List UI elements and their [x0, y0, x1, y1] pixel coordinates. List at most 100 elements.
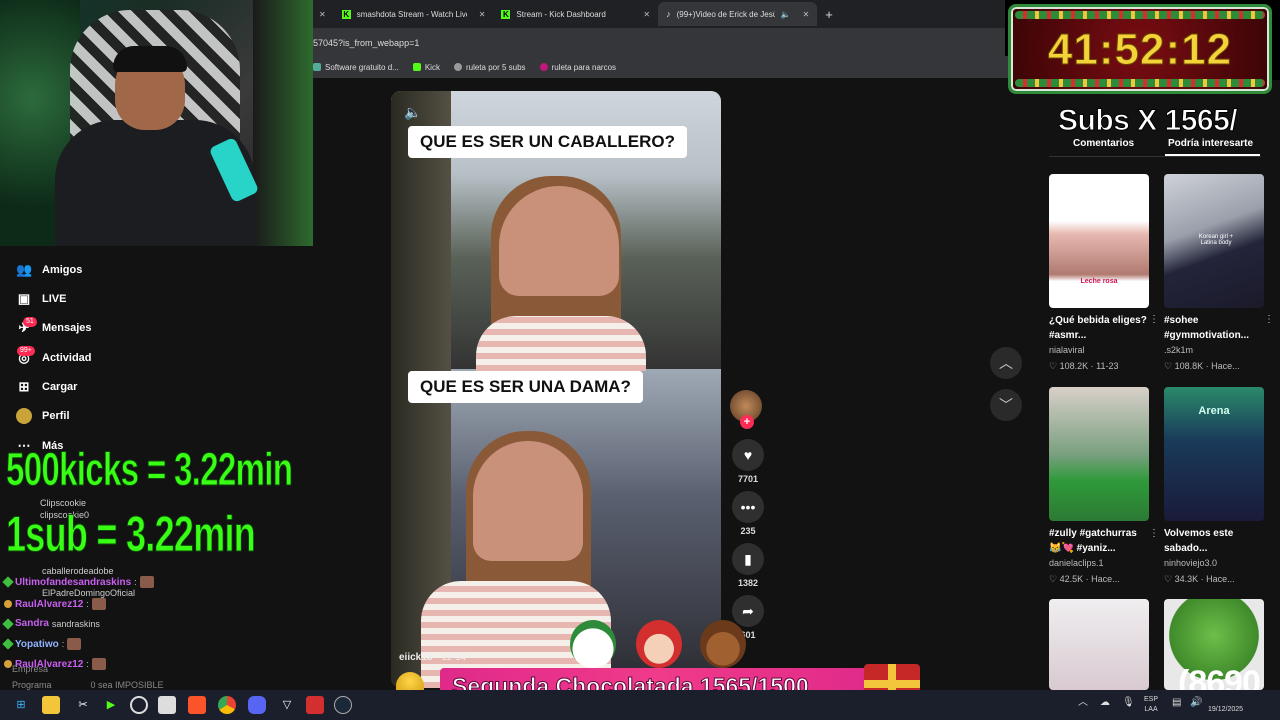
video-thumbnail[interactable] — [1049, 599, 1149, 690]
more-options-icon[interactable]: ⋮ — [1264, 314, 1274, 325]
volume-icon[interactable]: 🔈 — [404, 104, 421, 121]
emote-icon — [67, 638, 82, 650]
close-icon[interactable]: ✕ — [643, 10, 650, 19]
chat-line: caballerodeadobe — [42, 566, 114, 576]
obs-icon[interactable] — [130, 696, 148, 714]
video-player[interactable]: QUE ES SER UN CABALLERO? QUE ES SER UNA … — [391, 91, 721, 688]
card-user[interactable]: danielaclips.1 — [1049, 558, 1149, 568]
comment-count: 235 — [740, 526, 756, 536]
sidebar-item-perfil[interactable]: Perfil — [16, 408, 70, 424]
video-thumbnail[interactable]: Arena — [1164, 387, 1264, 521]
tab-label: (99+)Video de Erick de Jesú — [676, 9, 775, 19]
video-card[interactable]: Leche rosa ¿Qué bebida eliges? #asmr... … — [1049, 174, 1159, 372]
video-person-shirt — [476, 316, 646, 371]
discord-icon[interactable] — [248, 696, 266, 714]
sidebar-item-cargar[interactable]: ⊞ Cargar — [16, 379, 78, 395]
speaker-icon[interactable]: 🔈 — [781, 10, 791, 19]
tab-tiktok-video[interactable]: ♪ (99+)Video de Erick de Jesú 🔈 ✕ — [658, 2, 818, 26]
language-code: ESP — [1144, 696, 1159, 703]
windows-start-icon[interactable]: ⊞ — [12, 696, 30, 714]
app-icon[interactable] — [158, 696, 176, 714]
follow-plus-icon[interactable]: + — [740, 415, 754, 429]
close-icon[interactable]: ✕ — [319, 10, 326, 19]
steam-icon[interactable] — [334, 696, 352, 714]
wheel-icon — [539, 63, 548, 71]
share-icon[interactable]: ➦ — [732, 595, 764, 627]
video-person — [473, 441, 583, 561]
video-thumbnail[interactable] — [1049, 387, 1149, 521]
prev-video-button[interactable]: ︿ — [990, 347, 1022, 379]
new-tab-button[interactable]: + — [825, 7, 833, 22]
url-text: 57045?is_from_webapp=1 — [313, 38, 420, 48]
more-options-icon[interactable]: ⋮ — [1149, 528, 1159, 539]
comment-button[interactable]: ••• 235 — [732, 491, 764, 536]
video-card[interactable]: Korean girl + Latina body #sohee #gymmot… — [1164, 174, 1274, 372]
heart-icon: ♡ — [1164, 574, 1175, 584]
creator-avatar[interactable]: + — [730, 390, 762, 429]
save-button[interactable]: ▮ 1382 — [732, 543, 764, 588]
card-user[interactable]: ninhoviejo3.0 — [1164, 558, 1264, 568]
caption-bottom: QUE ES SER UNA DAMA? — [408, 371, 643, 403]
mic-icon[interactable]: 🎙 — [1122, 698, 1135, 708]
tab-kick-dashboard[interactable]: K Stream - Kick Dashboard ✕ — [493, 2, 658, 26]
comment-icon[interactable]: ••• — [732, 491, 764, 523]
app-icon[interactable] — [306, 696, 324, 714]
card-user[interactable]: nialaviral — [1049, 345, 1149, 355]
chat-text: : — [134, 577, 137, 587]
bookmark-ruleta-narcos[interactable]: ruleta para narcos — [539, 63, 616, 72]
capcut-icon[interactable]: ✂ — [74, 696, 92, 714]
next-video-button[interactable]: ﹀ — [990, 389, 1022, 421]
language-indicator[interactable]: ESP LAA — [1144, 695, 1158, 715]
video-card[interactable]: #zully #gatchurras 😹💘 #yaniz... danielac… — [1049, 387, 1159, 585]
webcam-background — [253, 0, 313, 246]
wifi-icon[interactable]: ▤ — [1172, 698, 1181, 708]
more-options-icon[interactable]: ⋮ — [1149, 314, 1159, 325]
sidebar-item-amigos[interactable]: 👥 Amigos — [16, 262, 82, 278]
card-likes: 108.8K — [1174, 361, 1204, 371]
language-layout: LAA — [1144, 706, 1158, 713]
chrome-icon[interactable] — [218, 696, 236, 714]
chat-line: Yopatiwo : — [2, 638, 82, 650]
network-icon[interactable]: ☁ — [1100, 698, 1110, 708]
tab-smashdota[interactable]: K smashdota Stream - Watch Live ✕ — [334, 2, 494, 26]
tab-podria-interesarte[interactable]: Podría interesarte — [1168, 138, 1253, 149]
bookmark-software[interactable]: Software gratuito d... — [313, 63, 399, 72]
card-likes: 42.5K — [1059, 574, 1084, 584]
chat-text: ElPadreDomingoOficial — [42, 588, 136, 598]
card-title[interactable]: #zully #gatchurras 😹💘 #yaniz... — [1049, 526, 1149, 556]
chevron-up-icon[interactable]: ︿ — [1078, 698, 1088, 708]
card-likes: 34.3K — [1174, 574, 1199, 584]
sidebar-item-label: Actividad — [42, 352, 92, 364]
close-icon[interactable]: ✕ — [803, 10, 810, 19]
video-thumbnail[interactable]: Korean girl + Latina body — [1164, 174, 1264, 308]
sidebar-item-live[interactable]: ▣ LIVE — [16, 291, 67, 307]
tab-close-prev[interactable]: ✕ — [313, 2, 334, 26]
tab-comentarios[interactable]: Comentarios — [1073, 138, 1134, 149]
card-title[interactable]: ¿Qué bebida eliges? #asmr... — [1049, 313, 1149, 343]
like-button[interactable]: ♥ 7701 — [732, 439, 764, 484]
heart-icon: ♡ — [1164, 361, 1175, 371]
file-explorer-icon[interactable] — [42, 696, 60, 714]
bookmark-ruleta-subs[interactable]: ruleta por 5 subs — [453, 63, 526, 72]
chat-text: caballerodeadobe — [42, 566, 114, 576]
card-title[interactable]: #sohee #gymmotivation... — [1164, 313, 1264, 343]
bookmark-kick[interactable]: Kick — [412, 63, 440, 72]
address-bar[interactable]: 57045?is_from_webapp=1 — [313, 28, 1005, 56]
card-stats: ♡ 108.8K · Hace... — [1164, 361, 1240, 371]
close-icon[interactable]: ✕ — [479, 10, 486, 19]
volume-icon[interactable]: 🔊 — [1190, 698, 1202, 708]
save-count: 1382 — [737, 578, 759, 588]
play-icon[interactable]: ▶ — [102, 696, 120, 714]
brave-icon[interactable] — [188, 696, 206, 714]
video-thumbnail[interactable]: Leche rosa — [1049, 174, 1149, 308]
video-card[interactable] — [1049, 599, 1149, 690]
app-icon[interactable]: ▽ — [278, 696, 296, 714]
card-user[interactable]: .s2k1m — [1164, 345, 1264, 355]
bookmark-icon[interactable]: ▮ — [732, 543, 764, 575]
heart-icon[interactable]: ♥ — [732, 439, 764, 471]
sidebar-item-label: LIVE — [42, 293, 67, 305]
clock[interactable]: 19/12/2025 — [1208, 705, 1243, 715]
card-stats: ♡ 42.5K · Hace... — [1049, 574, 1120, 584]
card-title[interactable]: Volvemos este sabado... — [1164, 526, 1264, 556]
video-card[interactable]: Arena Volvemos este sabado... ninhoviejo… — [1164, 387, 1264, 585]
